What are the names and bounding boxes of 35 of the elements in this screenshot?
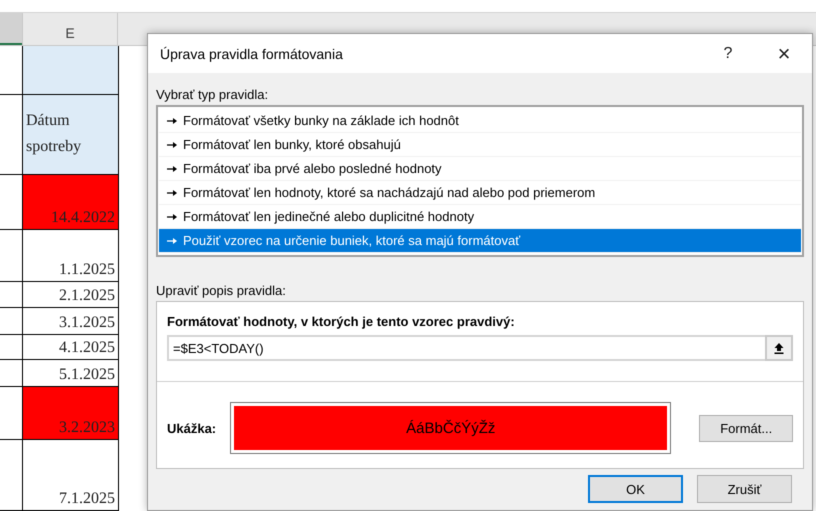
- table-cell: 7.1.2025: [23, 440, 118, 511]
- table-cell: 1.1.2025: [23, 230, 118, 282]
- close-button[interactable]: ×: [756, 40, 812, 66]
- arrow-icon: [167, 214, 177, 220]
- table-cell: 14.4.2022: [23, 175, 118, 230]
- help-button[interactable]: ?: [700, 44, 756, 62]
- rule-type-item[interactable]: Formátovať len hodnoty, ktoré sa nachádzajú nad alebo pod priemerom: [159, 181, 801, 205]
- upload-arrow-icon: [773, 342, 785, 354]
- arrow-icon: [167, 166, 177, 172]
- window-title: Úprava pravidla formátovania: [160, 46, 344, 62]
- table-cell: 3.2.2023: [23, 387, 118, 440]
- format-button[interactable]: Formát...: [699, 414, 793, 442]
- arrow-icon: [167, 238, 177, 244]
- arrow-icon: [167, 142, 177, 148]
- rule-type-item[interactable]: Formátovať všetky bunky na základe ich hodnôt: [159, 109, 801, 133]
- rule-type-item[interactable]: Formátovať len bunky, ktoré obsahujú: [159, 133, 801, 157]
- cancel-button[interactable]: Zrušiť: [697, 475, 792, 503]
- formula-field[interactable]: =$E3<TODAY(): [167, 335, 765, 361]
- ok-button[interactable]: OK: [588, 475, 683, 503]
- preview-label: Ukážka:: [167, 420, 216, 436]
- arrow-icon: [167, 190, 177, 196]
- column-header[interactable]: E: [22, 13, 118, 45]
- table-cell: 4.1.2025: [23, 335, 118, 360]
- table-cell: 3.1.2025: [23, 308, 118, 335]
- preview-sample: ÁáBbČčÝýŽž: [234, 406, 668, 450]
- formula-label: Formátovať hodnoty, v ktorých je tento vzorec pravdivý:: [167, 314, 515, 329]
- rule-type-item[interactable]: Použiť vzorec na určenie buniek, ktoré sa majú formátovať: [159, 229, 801, 253]
- rule-type-item[interactable]: Formátovať iba prvé alebo posledné hodnoty: [159, 157, 801, 181]
- column-header[interactable]: [0, 13, 22, 45]
- section-label: Upraviť popis pravidla:: [156, 283, 287, 298]
- section-label: Vybrať typ pravidla:: [156, 87, 270, 102]
- arrow-icon: [167, 118, 177, 124]
- header-cell: Dátum spotreby: [23, 95, 118, 175]
- table-cell: 2.1.2025: [23, 282, 118, 308]
- collapse-button[interactable]: [765, 335, 793, 361]
